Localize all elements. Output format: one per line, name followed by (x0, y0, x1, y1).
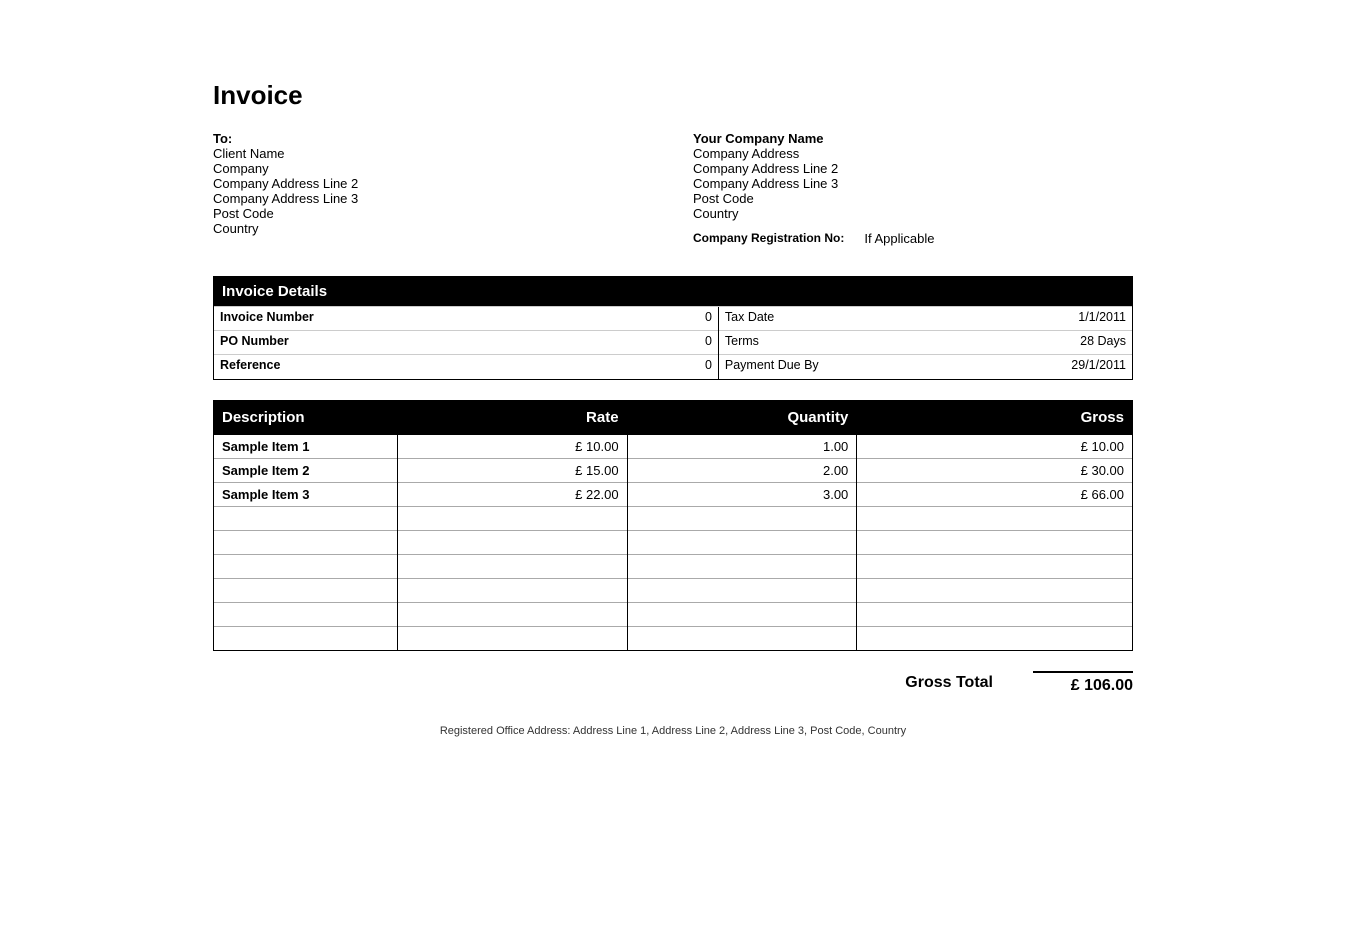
item-rate (397, 579, 627, 603)
payment-due-row: Payment Due By 29/1/2011 (719, 355, 1132, 379)
item-description (214, 579, 398, 603)
invoice-details-left: Invoice Number 0 PO Number 0 Reference 0 (214, 307, 719, 379)
po-number-label: PO Number (214, 331, 344, 354)
po-number-row: PO Number 0 (214, 331, 718, 355)
client-country: Country (213, 221, 653, 236)
invoice-details-section: Invoice Details Invoice Number 0 PO Numb… (213, 276, 1133, 380)
to-label: To: (213, 131, 653, 146)
table-row (214, 507, 1133, 531)
invoice-number-row: Invoice Number 0 (214, 307, 718, 331)
item-description: Sample Item 3 (214, 483, 398, 507)
item-description (214, 555, 398, 579)
col-gross: Gross (857, 401, 1133, 435)
gross-total-section: Gross Total £ 106.00 (213, 671, 1133, 695)
po-number-value: 0 (344, 331, 718, 354)
reference-value: 0 (344, 355, 718, 379)
company-address-line3: Company Address Line 3 (693, 176, 1133, 191)
gross-total-label: Gross Total (905, 674, 993, 692)
tax-date-label: Tax Date (719, 307, 849, 330)
footer-text: Registered Office Address: Address Line … (213, 725, 1133, 737)
item-quantity (627, 603, 857, 627)
invoice-title: Invoice (213, 80, 1133, 111)
company-country: Country (693, 206, 1133, 221)
table-row: Sample Item 2 £ 15.00 2.00 £ 30.00 (214, 459, 1133, 483)
company-address-line2: Company Address Line 2 (693, 161, 1133, 176)
item-description: Sample Item 2 (214, 459, 398, 483)
company-reg-value: If Applicable (864, 231, 934, 246)
item-description (214, 627, 398, 651)
item-description (214, 531, 398, 555)
item-rate (397, 507, 627, 531)
item-gross (857, 627, 1133, 651)
col-rate: Rate (397, 401, 627, 435)
terms-label: Terms (719, 331, 849, 354)
invoice-details-inner: Invoice Number 0 PO Number 0 Reference 0… (214, 306, 1132, 379)
item-gross (857, 579, 1133, 603)
client-company: Company (213, 161, 653, 176)
tax-date-value: 1/1/2011 (849, 307, 1132, 330)
col-quantity: Quantity (627, 401, 857, 435)
item-quantity: 2.00 (627, 459, 857, 483)
item-gross (857, 555, 1133, 579)
item-quantity (627, 627, 857, 651)
client-name: Client Name (213, 146, 653, 161)
item-rate: £ 15.00 (397, 459, 627, 483)
item-quantity: 3.00 (627, 483, 857, 507)
client-post-code: Post Code (213, 206, 653, 221)
item-rate: £ 10.00 (397, 435, 627, 459)
item-gross (857, 531, 1133, 555)
item-gross (857, 507, 1133, 531)
item-gross: £ 10.00 (857, 435, 1133, 459)
to-block: To: Client Name Company Company Address … (213, 131, 653, 246)
item-gross: £ 66.00 (857, 483, 1133, 507)
terms-value: 28 Days (849, 331, 1132, 354)
item-gross (857, 603, 1133, 627)
item-quantity (627, 555, 857, 579)
table-row (214, 627, 1133, 651)
item-description: Sample Item 1 (214, 435, 398, 459)
company-address: Company Address (693, 146, 1133, 161)
table-row: Sample Item 3 £ 22.00 3.00 £ 66.00 (214, 483, 1133, 507)
item-quantity: 1.00 (627, 435, 857, 459)
company-reg-label: Company Registration No: (693, 231, 844, 246)
table-row: Sample Item 1 £ 10.00 1.00 £ 10.00 (214, 435, 1133, 459)
items-table: Description Rate Quantity Gross Sample I… (213, 400, 1133, 651)
item-quantity (627, 531, 857, 555)
reference-label: Reference (214, 355, 344, 379)
terms-row: Terms 28 Days (719, 331, 1132, 355)
item-gross: £ 30.00 (857, 459, 1133, 483)
item-description (214, 507, 398, 531)
invoice-number-value: 0 (344, 307, 718, 330)
payment-due-value: 29/1/2011 (849, 355, 1132, 379)
company-block: Your Company Name Company Address Compan… (653, 131, 1133, 246)
client-address-line2: Company Address Line 2 (213, 176, 653, 191)
company-post-code: Post Code (693, 191, 1133, 206)
item-rate (397, 555, 627, 579)
reference-row: Reference 0 (214, 355, 718, 379)
item-rate (397, 603, 627, 627)
item-rate (397, 627, 627, 651)
payment-due-label: Payment Due By (719, 355, 849, 379)
invoice-details-right: Tax Date 1/1/2011 Terms 28 Days Payment … (719, 307, 1132, 379)
table-row (214, 555, 1133, 579)
header-section: To: Client Name Company Company Address … (213, 131, 1133, 246)
item-description (214, 603, 398, 627)
table-row (214, 603, 1133, 627)
invoice-details-header: Invoice Details (214, 277, 1132, 306)
table-row (214, 579, 1133, 603)
gross-total-value: £ 106.00 (1033, 671, 1133, 695)
client-address-line3: Company Address Line 3 (213, 191, 653, 206)
invoice-number-label: Invoice Number (214, 307, 344, 330)
company-reg: Company Registration No: If Applicable (693, 231, 1133, 246)
item-rate (397, 531, 627, 555)
table-row (214, 531, 1133, 555)
item-quantity (627, 507, 857, 531)
company-name: Your Company Name (693, 131, 1133, 146)
item-quantity (627, 579, 857, 603)
col-description: Description (214, 401, 398, 435)
items-table-header-row: Description Rate Quantity Gross (214, 401, 1133, 435)
tax-date-row: Tax Date 1/1/2011 (719, 307, 1132, 331)
item-rate: £ 22.00 (397, 483, 627, 507)
